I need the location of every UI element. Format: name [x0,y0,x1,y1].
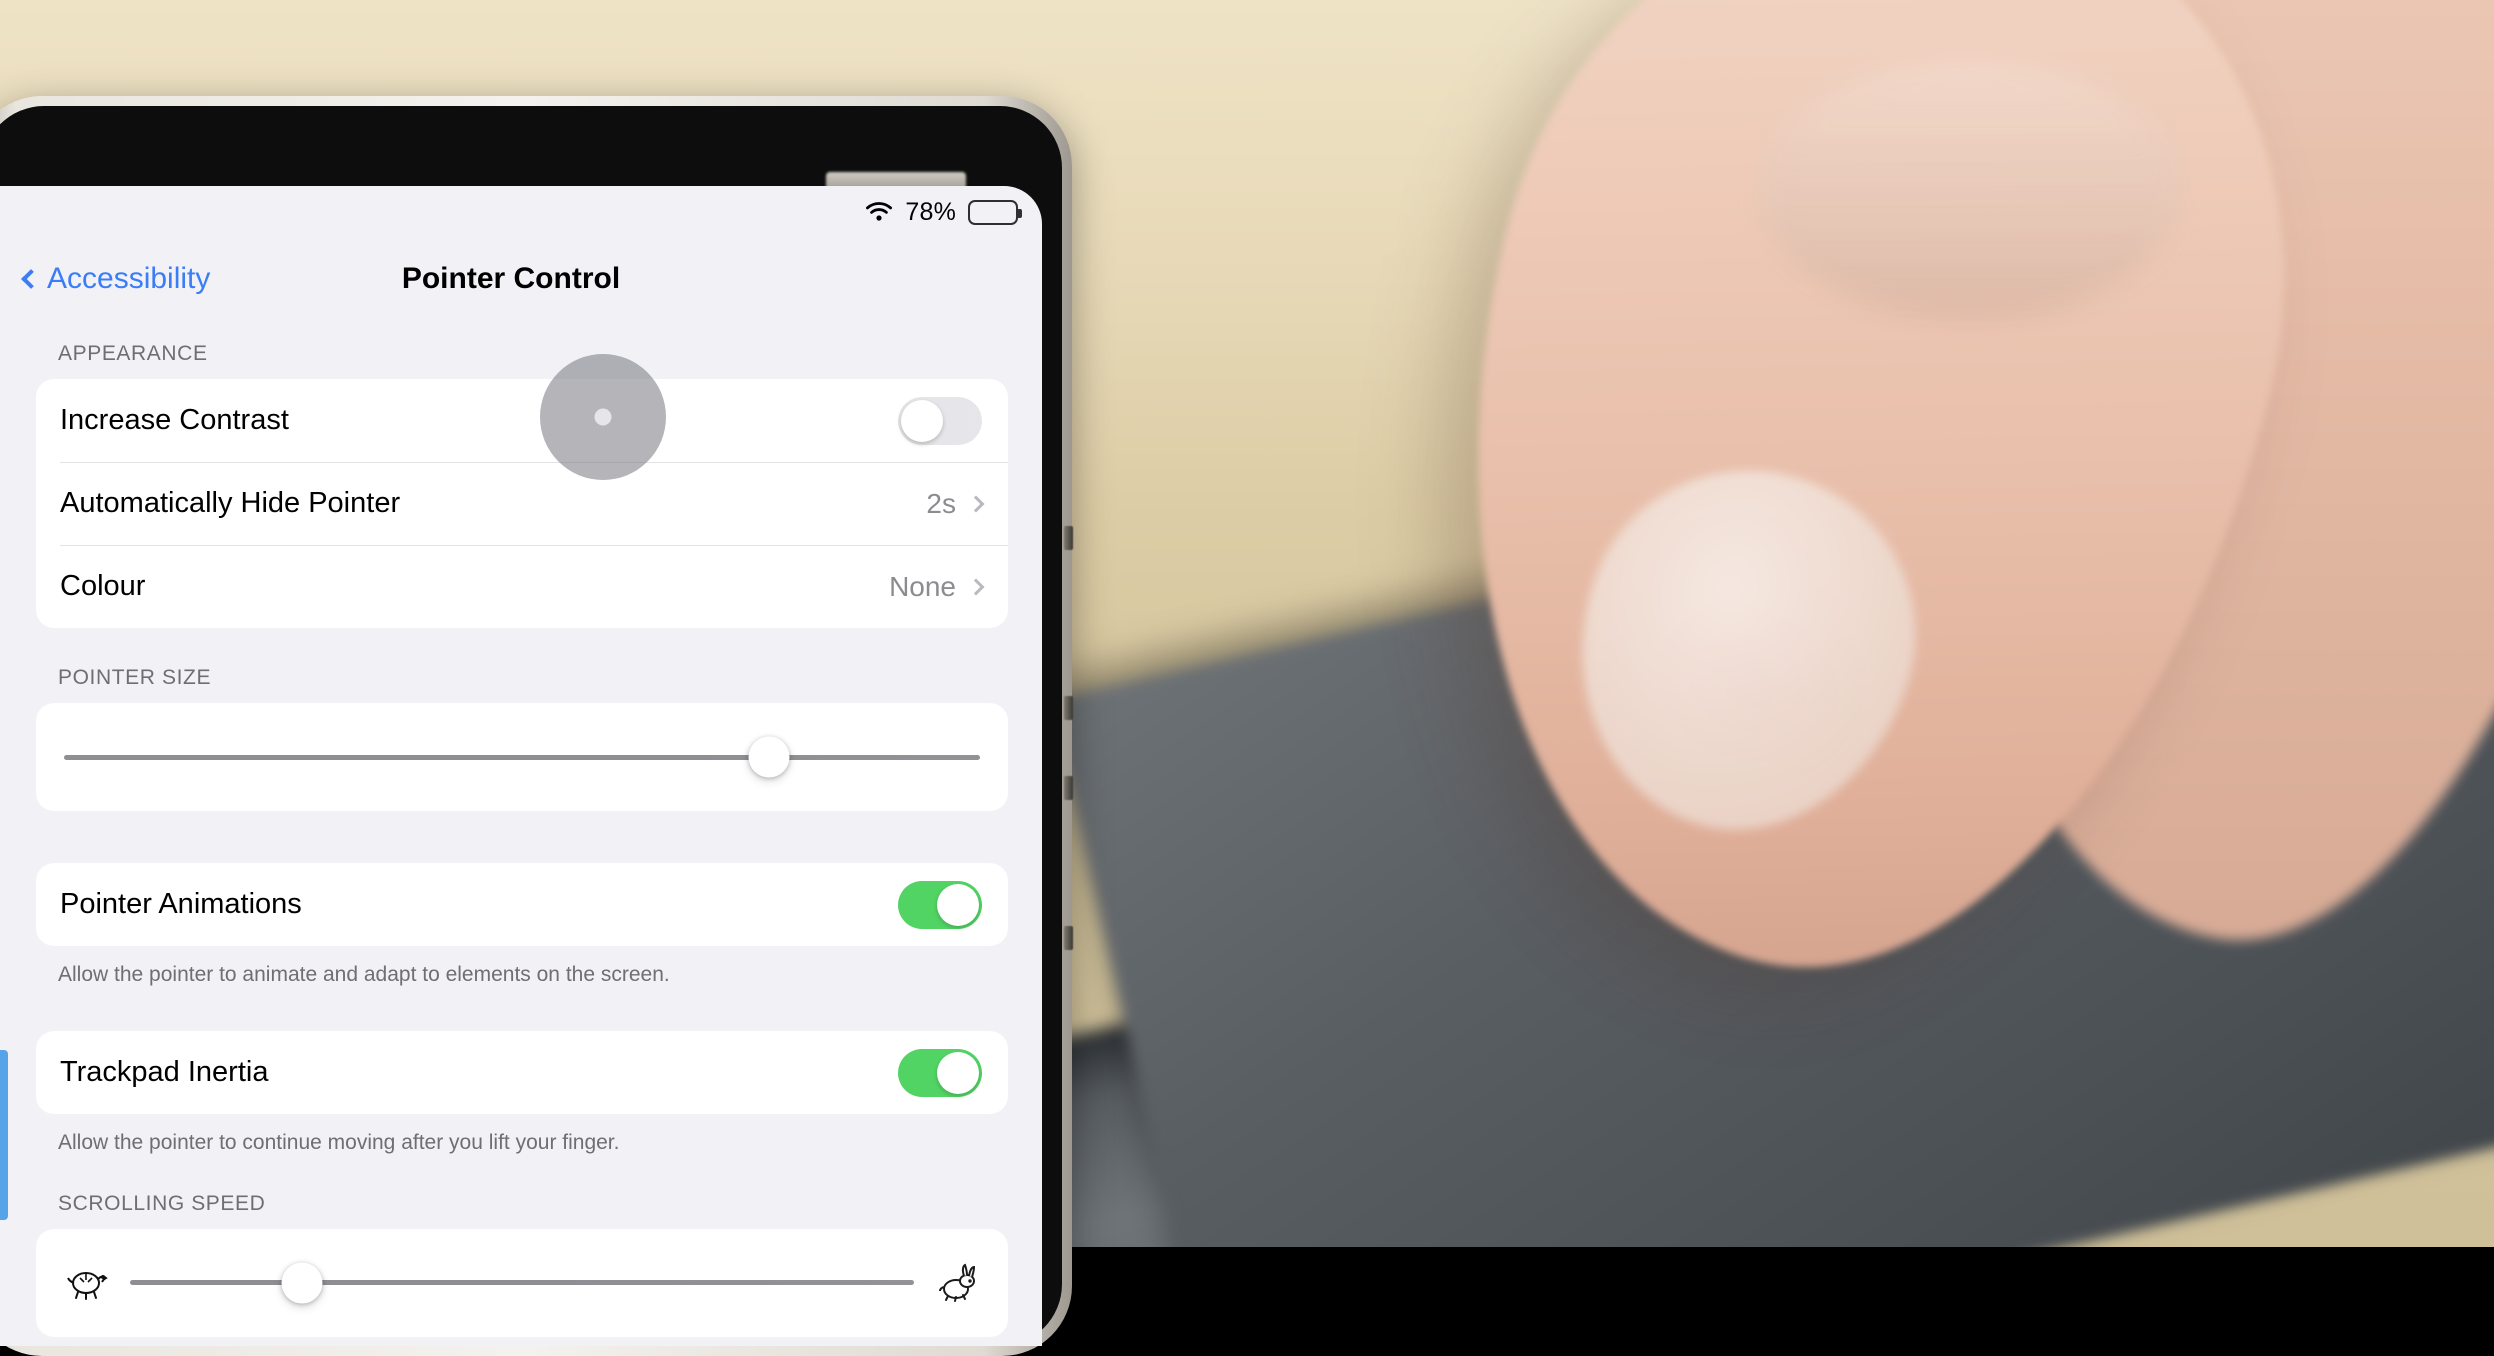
smart-connector-pin [1064,776,1073,800]
wifi-icon [865,201,893,223]
knuckle-highlight [1760,60,2180,320]
row-label: Colour [60,570,146,602]
toggle-knob [937,1051,979,1094]
turtle-icon [64,1263,108,1303]
status-bar: 78% [0,186,1042,238]
scrolling-speed-card [36,1228,1008,1337]
row-label: Automatically Hide Pointer [60,487,401,519]
toggle-knob [901,399,943,442]
pointer-animations-card: Pointer Animations [36,863,1008,946]
scrolling-speed-slider[interactable] [130,1262,914,1304]
row-value: 2s [926,487,956,519]
row-automatically-hide-pointer[interactable]: Automatically Hide Pointer 2s [36,462,1008,545]
row-label: Pointer Animations [60,888,302,920]
chevron-right-icon [967,578,985,595]
increase-contrast-toggle[interactable] [898,396,982,445]
pointer-size-card [36,703,1008,811]
section-header-appearance: APPEARANCE [58,342,208,365]
page-title: Pointer Control [401,262,621,295]
battery-icon [968,199,1022,225]
row-increase-contrast[interactable]: Increase Contrast [36,379,1008,462]
scrolling-speed-slider-thumb[interactable] [281,1262,323,1304]
smart-connector-pin [1064,926,1073,950]
pointer-size-slider-row[interactable] [36,729,1008,785]
navigation-bar: Accessibility Pointer Control [0,238,1042,320]
left-edge-indicator [0,1050,8,1220]
battery-percentage: 78% [905,197,956,226]
rabbit-icon [936,1263,980,1303]
pointer-animations-footnote: Allow the pointer to animate and adapt t… [58,963,670,986]
toggle-knob [937,883,979,926]
ipad-screen: 78% Accessibility Pointer Control APPEAR… [0,186,1042,1346]
pointer-size-slider-thumb[interactable] [748,736,790,778]
scrolling-speed-slider-row[interactable] [36,1255,1008,1311]
smart-connector-pin [1064,526,1073,550]
trackpad-inertia-toggle[interactable] [898,1048,982,1097]
row-colour[interactable]: Colour None [36,545,1008,628]
settings-content[interactable]: APPEARANCE Increase Contrast Automatical… [0,320,1042,1346]
chevron-right-icon [967,495,985,512]
pointer-size-slider[interactable] [64,736,980,778]
row-label: Trackpad Inertia [60,1056,269,1089]
section-header-pointer-size: POINTER SIZE [58,666,212,689]
row-value: None [889,570,956,602]
section-header-scrolling-speed: SCROLLING SPEED [58,1191,266,1215]
appearance-card: Increase Contrast Automatically Hide Poi… [36,379,1008,628]
row-pointer-animations[interactable]: Pointer Animations [36,863,1008,946]
pointer-animations-toggle[interactable] [898,880,982,929]
trackpad-inertia-card: Trackpad Inertia [36,1031,1008,1115]
smart-connector-pin [1064,696,1073,720]
ipad-device: 78% Accessibility Pointer Control APPEAR… [0,96,1102,1356]
trackpad-inertia-footnote: Allow the pointer to continue moving aft… [58,1131,620,1155]
row-trackpad-inertia[interactable]: Trackpad Inertia [36,1031,1008,1114]
row-label: Increase Contrast [60,404,289,436]
